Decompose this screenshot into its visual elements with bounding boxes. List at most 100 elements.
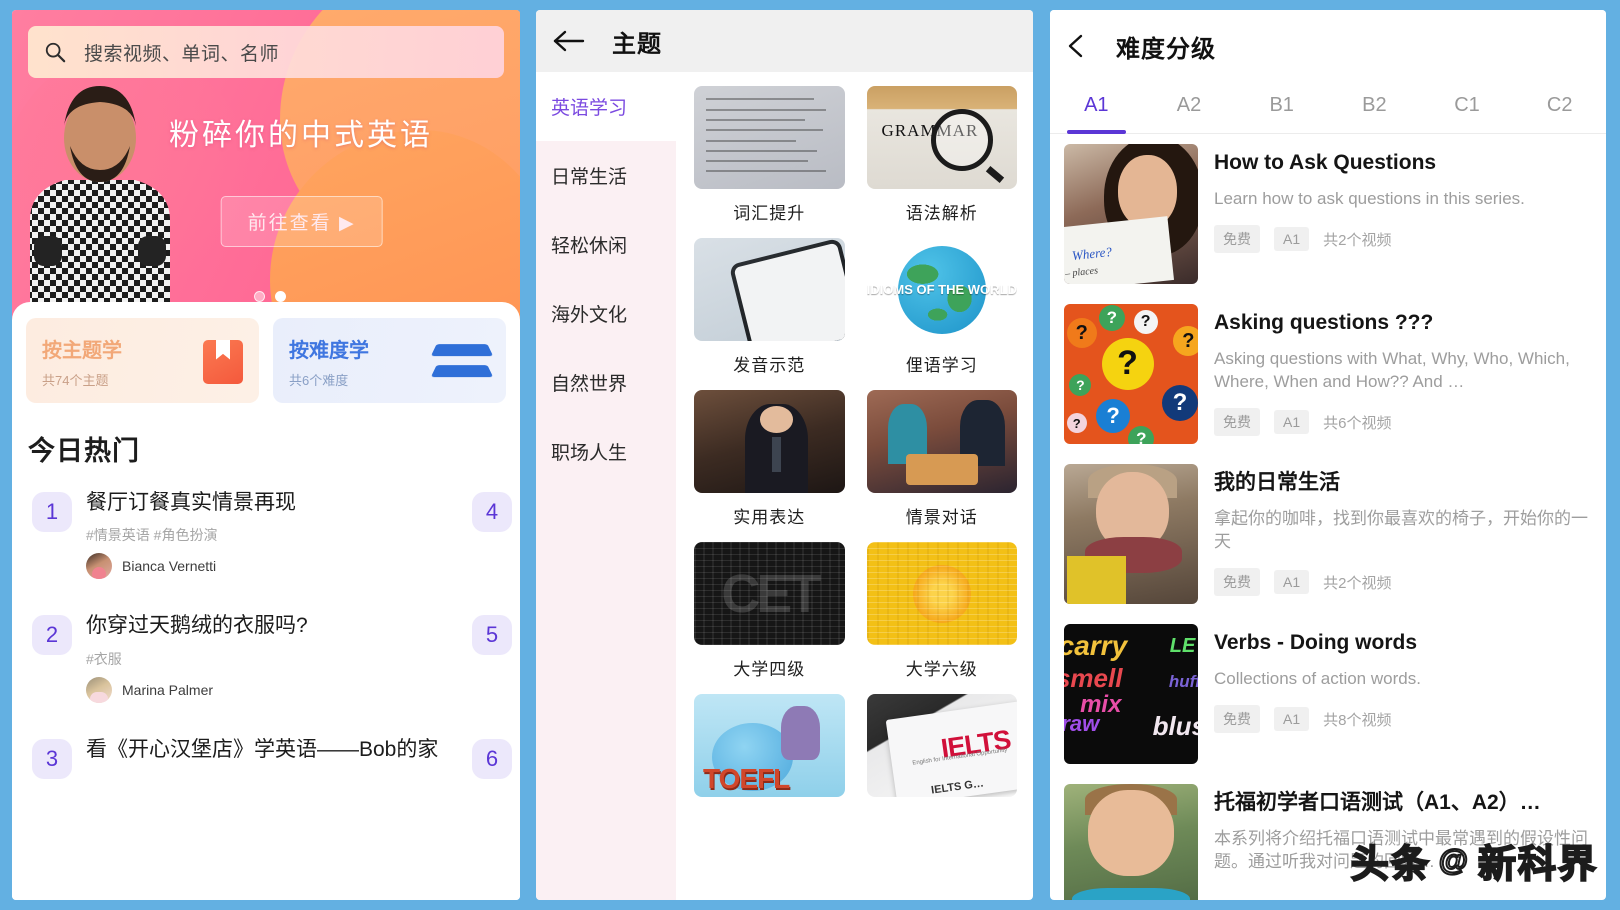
rank-badge: 1 xyxy=(32,492,72,532)
hot-list-item[interactable]: 3 6 看《开心汉堡店》学英语——Bob的家 xyxy=(26,721,512,817)
theme-tile[interactable]: TOEFL xyxy=(694,694,845,807)
theme-tile[interactable]: CET 大学四级 xyxy=(694,542,845,680)
theme-category-item-daily[interactable]: 日常生活 xyxy=(536,141,676,210)
video-meta: 免费 A1 共8个视频 xyxy=(1214,705,1590,734)
tab-a2[interactable]: A2 xyxy=(1143,82,1236,133)
theme-tile[interactable]: GRAMMAR 语法解析 xyxy=(866,86,1017,224)
theme-tile-caption: 词汇提升 xyxy=(733,204,806,223)
theme-tile-caption: 俚语学习 xyxy=(905,356,978,375)
layers-icon xyxy=(430,341,494,383)
study-by-level-subtitle: 共6个难度 xyxy=(289,373,349,388)
theme-category-list: 英语学习 日常生活 轻松休闲 海外文化 自然世界 职场人生 xyxy=(536,72,676,900)
tab-c1[interactable]: C1 xyxy=(1421,82,1514,133)
hot-item-tags: #情景英语 #角色扮演 xyxy=(86,527,218,544)
app-screenshot: 搜索视频、单词、名师 粉碎你的中式英语 前往查看 ▶ 按主题学 共74个主题 按… xyxy=(0,0,1620,910)
tab-b2[interactable]: B2 xyxy=(1328,82,1421,133)
video-meta: 免费 A1 共2个视频 xyxy=(1214,568,1590,597)
video-list-item[interactable]: carry LE smell huff mix raw blus Verbs -… xyxy=(1050,614,1606,774)
video-desc: Collections of action words. xyxy=(1214,669,1421,689)
hot-item-tags: #衣服 xyxy=(86,650,122,667)
carousel-dots[interactable] xyxy=(12,291,520,302)
cet6-wordcloud-orange xyxy=(866,542,1017,645)
theme-category-item-nature[interactable]: 自然世界 xyxy=(536,348,676,417)
theme-tile-grid: 词汇提升 GRAMMAR 语法解析 发音示范 IDIOMS OF THE WOR… xyxy=(676,72,1033,900)
hot-section-title: 今日热门 xyxy=(28,436,140,466)
back-arrow-icon[interactable] xyxy=(552,28,586,54)
chevron-left-icon[interactable] xyxy=(1064,32,1090,60)
theme-tile-caption: 情景对话 xyxy=(905,508,978,527)
search-icon xyxy=(45,42,66,63)
video-list-item[interactable]: Where? – places How to Ask Questions Lear… xyxy=(1050,134,1606,294)
theme-tile-caption: 发音示范 xyxy=(733,356,806,375)
avatar xyxy=(86,676,112,703)
question-marks-pattern-photo: ? ? ? ? ? ? ? ? ? ? xyxy=(1064,304,1198,444)
price-badge: 免费 xyxy=(1214,705,1260,734)
hot-item-title: 看《开心汉堡店》学英语——Bob的家 xyxy=(86,737,439,761)
hot-item-title: 你穿过天鹅绒的衣服吗? xyxy=(86,614,308,638)
levels-header: 难度分级 xyxy=(1050,10,1606,82)
theme-category-item-career[interactable]: 职场人生 xyxy=(536,417,676,486)
vocabulary-list-photo xyxy=(694,86,845,189)
levels-title: 难度分级 xyxy=(1116,35,1216,63)
home-panel: 搜索视频、单词、名师 粉碎你的中式英语 前往查看 ▶ 按主题学 共74个主题 按… xyxy=(12,10,520,900)
theme-category-item-leisure[interactable]: 轻松休闲 xyxy=(536,210,676,279)
video-list-item[interactable]: 托福初学者口语测试（A1、A2）… 本系列将介绍托福口语测试中最常遇到的假设性问… xyxy=(1050,774,1606,900)
theme-tile-caption: 大学六级 xyxy=(905,660,978,679)
video-title: 我的日常生活 xyxy=(1214,471,1340,494)
study-by-theme-subtitle: 共74个主题 xyxy=(42,373,109,388)
study-by-theme-title: 按主题学 xyxy=(42,340,122,362)
study-by-level-title: 按难度学 xyxy=(289,340,369,362)
study-by-theme-card[interactable]: 按主题学 共74个主题 xyxy=(26,318,259,403)
tab-a1[interactable]: A1 xyxy=(1050,82,1143,134)
tab-b1[interactable]: B1 xyxy=(1235,82,1328,133)
hero-title: 粉碎你的中式英语 xyxy=(169,119,433,152)
book-icon xyxy=(203,339,243,384)
toefl-overlay-text: TOEFL xyxy=(703,762,790,794)
video-list-item[interactable]: 我的日常生活 拿起你的咖啡，找到你最喜欢的椅子，开始你的一天 免费 A1 共2个… xyxy=(1050,454,1606,614)
theme-tile-caption: 语法解析 xyxy=(905,204,978,223)
rank-badge: 2 xyxy=(32,615,72,656)
theme-category-item-culture[interactable]: 海外文化 xyxy=(536,279,676,348)
hero-cta-button[interactable]: 前往查看 ▶ xyxy=(220,196,383,247)
businessman-meeting-photo xyxy=(694,390,845,493)
hot-item-author: Bianca Vernetti xyxy=(86,553,506,580)
theme-tile[interactable]: 大学六级 xyxy=(866,542,1017,680)
price-badge: 免费 xyxy=(1214,225,1260,254)
carousel-dot-1[interactable] xyxy=(254,291,265,302)
carousel-dot-2[interactable] xyxy=(275,291,286,302)
video-desc: 本系列将介绍托福口语测试中最常遇到的假设性问题。通过听我对问题的回答… xyxy=(1214,829,1588,872)
level-badge: A1 xyxy=(1274,410,1310,435)
theme-tile[interactable]: IDIOMS OF THE WORLD 俚语学习 xyxy=(866,238,1017,376)
video-desc: Learn how to ask questions in this serie… xyxy=(1214,189,1525,209)
video-desc: 拿起你的咖啡，找到你最喜欢的椅子，开始你的一天 xyxy=(1214,509,1588,552)
price-badge: 免费 xyxy=(1214,408,1260,437)
woman-whiteboard-where-photo: Where? – places xyxy=(1064,144,1198,284)
video-title: Asking questions ??? xyxy=(1214,311,1434,334)
grammar-magnifier-photo: GRAMMAR xyxy=(866,86,1017,189)
video-title: 托福初学者口语测试（A1、A2）… xyxy=(1214,791,1541,814)
video-list-item[interactable]: ? ? ? ? ? ? ? ? ? ? Asking questions ???… xyxy=(1050,294,1606,454)
theme-tile[interactable]: 实用表达 xyxy=(694,390,845,528)
hot-item-title: 餐厅订餐真实情景再现 xyxy=(86,491,296,514)
theme-tile[interactable]: 发音示范 xyxy=(694,238,845,376)
video-count: 共8个视频 xyxy=(1323,711,1392,729)
video-count: 共2个视频 xyxy=(1323,231,1392,249)
rank-badge: 3 xyxy=(32,738,72,779)
idioms-of-the-world-illustration: IDIOMS OF THE WORLD xyxy=(866,238,1017,341)
video-meta: 免费 A1 共6个视频 xyxy=(1214,408,1590,437)
themes-panel: 主题 英语学习 日常生活 轻松休闲 海外文化 自然世界 职场人生 词汇提升 GR… xyxy=(536,10,1033,900)
hot-list-item[interactable]: 2 5 你穿过天鹅绒的衣服吗? #衣服 Marina Palmer xyxy=(26,597,512,720)
theme-tile[interactable]: 词汇提升 xyxy=(694,86,845,224)
theme-tile[interactable]: 情景对话 xyxy=(866,390,1017,528)
hero-banner[interactable]: 搜索视频、单词、名师 粉碎你的中式英语 前往查看 ▶ xyxy=(12,10,520,320)
level-badge: A1 xyxy=(1274,707,1310,732)
themes-body: 英语学习 日常生活 轻松休闲 海外文化 自然世界 职场人生 词汇提升 GRAMM… xyxy=(536,72,1033,900)
hot-list-item[interactable]: 1 4 餐厅订餐真实情景再现 #情景英语 #角色扮演 Bianca Vernet… xyxy=(26,474,512,597)
search-bar[interactable]: 搜索视频、单词、名师 xyxy=(28,26,504,78)
theme-tile[interactable]: IELTS English for International Opportun… xyxy=(866,694,1017,807)
study-by-level-card[interactable]: 按难度学 共6个难度 xyxy=(273,318,506,403)
author-name: Marina Palmer xyxy=(122,681,214,698)
theme-category-item-english[interactable]: 英语学习 xyxy=(536,72,676,141)
video-list: Where? – places How to Ask Questions Lear… xyxy=(1050,134,1606,900)
tab-c2[interactable]: C2 xyxy=(1513,82,1606,133)
